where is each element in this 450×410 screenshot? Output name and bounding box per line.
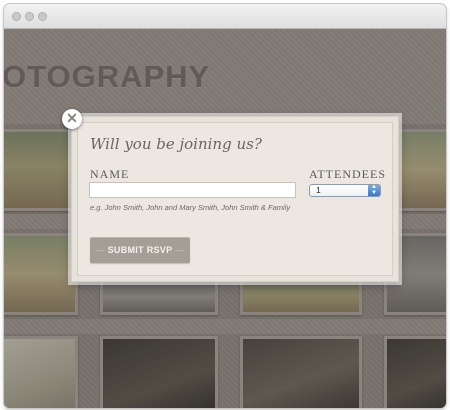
window-zoom-dot[interactable] [38, 12, 47, 21]
close-icon[interactable]: ✕ [62, 109, 82, 129]
submit-rsvp-label: SUBMIT RSVP [107, 245, 173, 255]
browser-window: OTOGRAPHY Will you be joining us? NAME A… [4, 4, 446, 408]
up-down-arrows-icon: ▲ ▼ [368, 184, 380, 196]
name-input[interactable] [89, 182, 296, 198]
attendees-select-value: 1 [316, 185, 321, 195]
window-titlebar [4, 4, 446, 29]
attendees-select[interactable]: 1 ▲ ▼ [309, 184, 381, 197]
name-label: NAME [90, 167, 130, 181]
name-hint: e.g. John Smith, John and Mary Smith, Jo… [90, 203, 291, 212]
window-close-dot[interactable] [12, 12, 21, 21]
modal-title: Will you be joining us? [90, 135, 262, 153]
window-minimize-dot[interactable] [25, 12, 34, 21]
attendees-label: ATTENDEES [309, 167, 386, 181]
submit-rsvp-button[interactable]: — SUBMIT RSVP — [90, 237, 190, 263]
arrow-down-glyph: ▼ [371, 189, 377, 196]
rsvp-modal: Will you be joining us? NAME ATTENDEES e… [71, 116, 399, 282]
